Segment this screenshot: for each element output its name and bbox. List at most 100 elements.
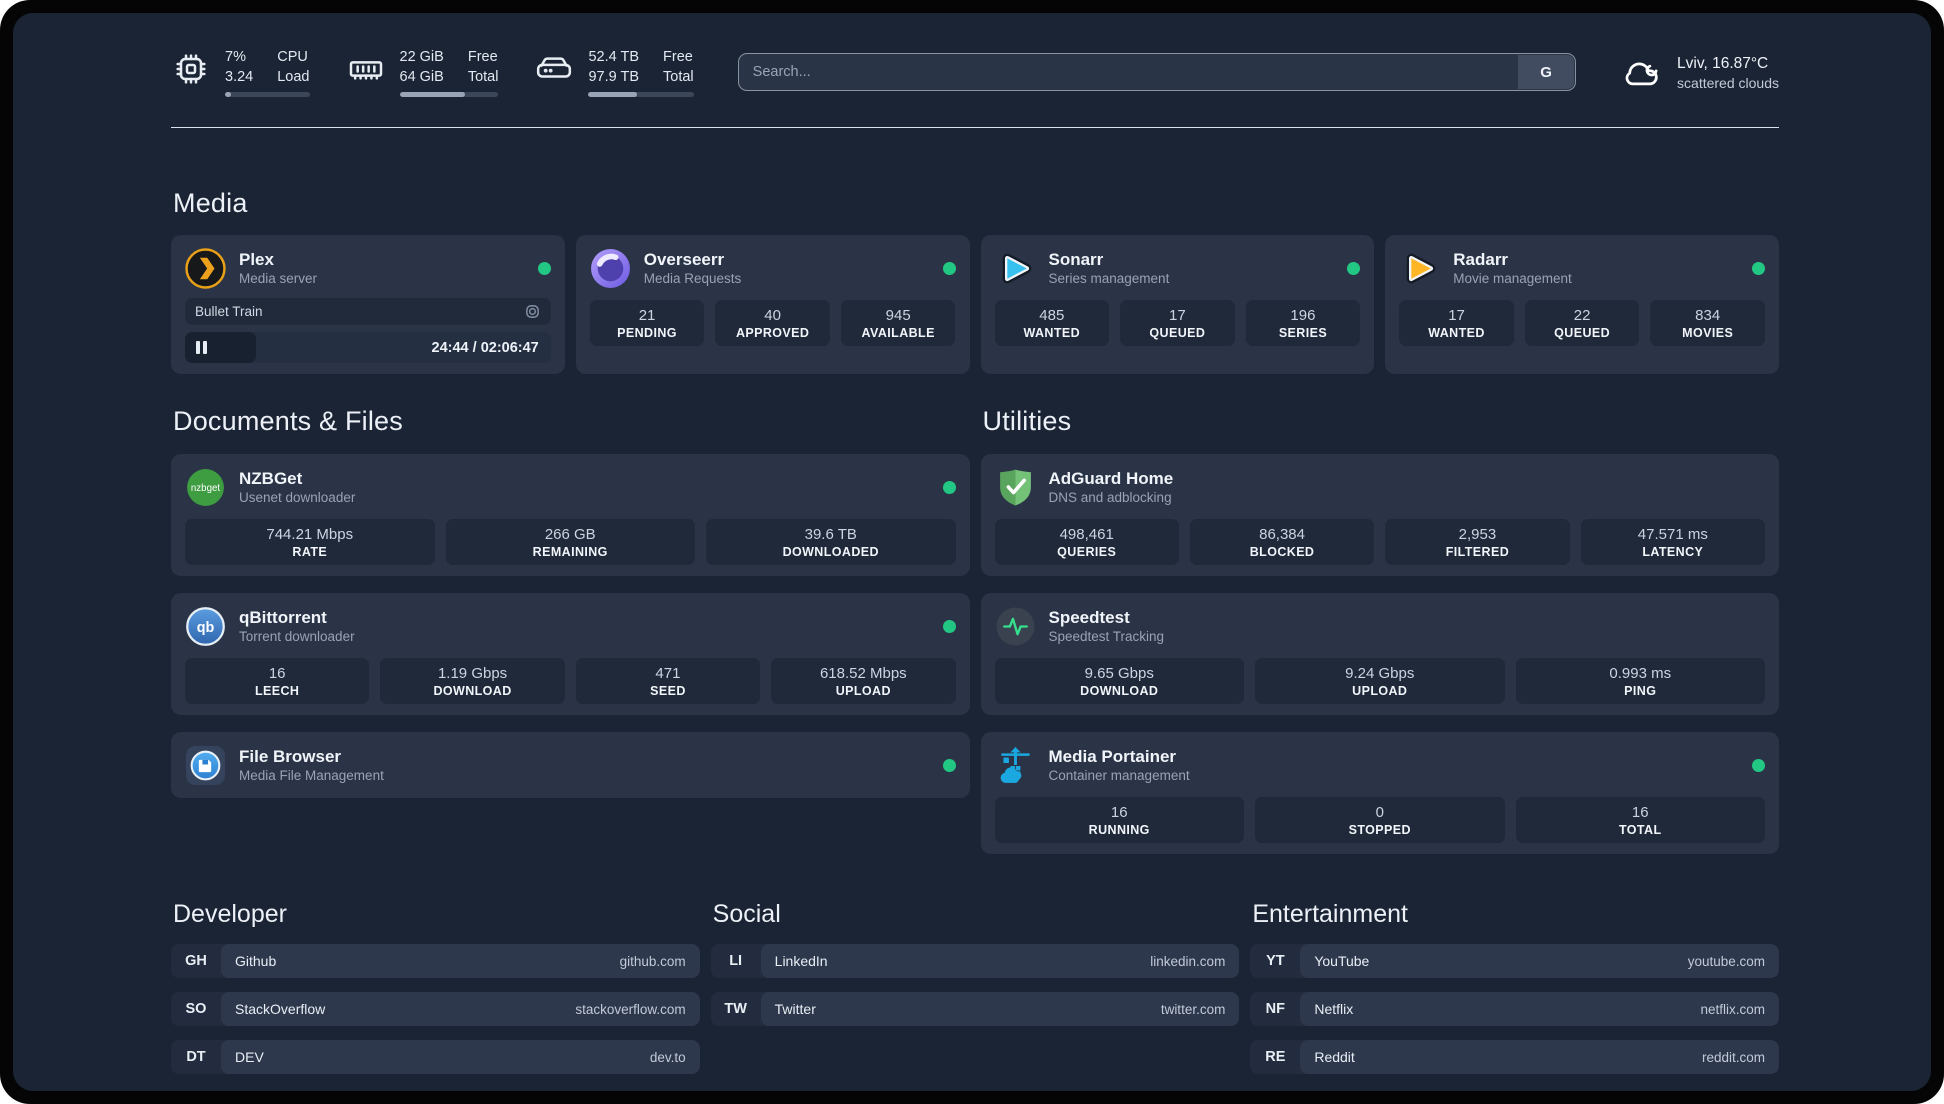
app-description: Speedtest Tracking xyxy=(1048,628,1165,644)
bookmark-name: Netflix xyxy=(1314,1001,1354,1017)
player-time: 24:44 / 02:06:47 xyxy=(431,339,539,356)
bookmark-abbr: LI xyxy=(729,953,743,969)
bookmark-url: youtube.com xyxy=(1687,953,1765,969)
radarr-icon xyxy=(1406,253,1436,283)
disk-icon xyxy=(537,57,572,78)
app-description: Media server xyxy=(239,270,318,286)
stat-filtered: 2,953 FILTERED xyxy=(1385,519,1570,565)
pause-icon[interactable] xyxy=(196,341,207,354)
disk-progress-bar xyxy=(588,92,694,98)
utilities-section-title: Utilities xyxy=(982,406,1072,436)
bookmark-twitter[interactable]: TW Twitter twitter.com xyxy=(710,992,1240,1026)
stat-remaining: 266 GB REMAINING xyxy=(445,519,695,565)
cpu-load-label: Load xyxy=(277,69,310,85)
window-bezel: 7% 3.24 CPU Load 22 GiB 64 GiB Free Tota… xyxy=(0,0,1944,1104)
stat-wanted: 17 WANTED xyxy=(1399,300,1514,346)
app-card-speedtest[interactable]: Speedtest Speedtest Tracking 9.65 Gbps D… xyxy=(980,593,1779,715)
bookmark-reddit[interactable]: RE Reddit reddit.com xyxy=(1250,1040,1779,1074)
app-description: Series management xyxy=(1048,270,1170,286)
filebrowser-icon xyxy=(186,745,225,785)
bookmark-url: linkedin.com xyxy=(1150,953,1226,969)
overseerr-icon xyxy=(590,248,630,288)
bookmark-name: YouTube xyxy=(1314,953,1370,969)
svg-text:nzbget: nzbget xyxy=(191,483,220,494)
stat-blocked: 86,384 BLOCKED xyxy=(1189,519,1375,565)
status-dot xyxy=(942,758,956,772)
bookmark-dev[interactable]: DT DEV dev.to xyxy=(171,1040,700,1074)
section-developer: Developer GH Github github.com SO StackO… xyxy=(171,900,700,1074)
app-card-overseerr[interactable]: Overseerr Media Requests 21 PENDING 40 A… xyxy=(575,235,970,374)
section-entertainment: Entertainment YT YouTube youtube.com NF … xyxy=(1250,900,1779,1074)
media-view-icon xyxy=(525,305,539,318)
status-dot xyxy=(537,261,551,275)
app-name: Overseerr xyxy=(643,249,725,269)
bookmark-url: twitter.com xyxy=(1160,1001,1226,1017)
section-social: Social LI LinkedIn linkedin.com TW Twitt… xyxy=(710,900,1240,1026)
weather-widget[interactable]: Lviv, 16.87°C scattered clouds xyxy=(1620,50,1779,94)
app-card-portainer[interactable]: Media Portainer Container management 16 … xyxy=(980,732,1779,854)
developer-section-title: Developer xyxy=(173,900,287,928)
search-input[interactable] xyxy=(737,53,1577,91)
app-card-filebrowser[interactable]: File Browser Media File Management xyxy=(171,732,970,798)
search-bar: G xyxy=(737,53,1577,91)
memory-icon xyxy=(349,60,382,80)
stat-latency: 47.571 ms LATENCY xyxy=(1580,519,1765,565)
stat-queued: 22 QUEUED xyxy=(1524,300,1640,346)
player-progress-bar[interactable]: 24:44 / 02:06:47 xyxy=(185,332,551,363)
bookmark-abbr: TW xyxy=(724,1001,747,1017)
disk-stat: 52.4 TB 97.9 TB Free Total xyxy=(534,47,694,98)
stat-seed: 471 SEED xyxy=(575,658,761,704)
disk-total-value: 97.9 TB xyxy=(588,69,640,85)
stat-total: 16 TOTAL xyxy=(1515,797,1765,843)
bookmark-url: reddit.com xyxy=(1701,1049,1765,1065)
cpu-icon xyxy=(176,54,206,84)
now-playing-row: Bullet Train xyxy=(185,298,551,325)
app-name: Plex xyxy=(239,249,274,269)
stat-downloaded: 39.6 TB DOWNLOADED xyxy=(706,519,956,565)
adguard-icon xyxy=(999,469,1031,505)
system-stats: 7% 3.24 CPU Load 22 GiB 64 GiB Free Tota… xyxy=(171,47,694,98)
app-name: qBittorrent xyxy=(239,607,327,627)
app-description: Container management xyxy=(1048,767,1190,783)
weather-location-temp: Lviv, 16.87°C xyxy=(1677,55,1769,73)
app-card-sonarr[interactable]: Sonarr Series management 485 WANTED 17 Q… xyxy=(980,235,1375,374)
bookmark-youtube[interactable]: YT YouTube youtube.com xyxy=(1250,944,1779,978)
dashboard: 7% 3.24 CPU Load 22 GiB 64 GiB Free Tota… xyxy=(13,13,1931,1091)
memory-total-label: Total xyxy=(467,69,499,85)
bookmark-github[interactable]: GH Github github.com xyxy=(171,944,700,978)
app-name: Speedtest xyxy=(1048,607,1130,627)
sonarr-icon xyxy=(1002,253,1031,283)
app-card-adguard[interactable]: AdGuard Home DNS and adblocking 498,461 … xyxy=(980,454,1779,576)
app-card-qbittorrent[interactable]: qb qBittorrent Torrent downloader 16 LEE… xyxy=(171,593,970,715)
cpu-stat: 7% 3.24 CPU Load xyxy=(171,47,310,98)
app-description: Usenet downloader xyxy=(239,489,356,505)
app-card-plex[interactable]: Plex Media server Bullet Train 24:44 / 0 xyxy=(171,235,565,374)
stat-rate: 744.21 Mbps RATE xyxy=(185,519,435,565)
stat-upload: 618.52 Mbps UPLOAD xyxy=(771,658,956,704)
app-card-radarr[interactable]: Radarr Movie management 17 WANTED 22 QUE… xyxy=(1385,235,1779,374)
entertainment-section-title: Entertainment xyxy=(1252,900,1408,928)
bookmark-netflix[interactable]: NF Netflix netflix.com xyxy=(1250,992,1779,1026)
status-dot xyxy=(1347,261,1361,275)
bookmark-url: stackoverflow.com xyxy=(575,1001,686,1017)
search-provider-button[interactable]: G xyxy=(1518,55,1575,89)
app-name: AdGuard Home xyxy=(1048,468,1174,488)
social-section-title: Social xyxy=(712,900,781,928)
stat-available: 945 AVAILABLE xyxy=(840,300,956,346)
cpu-usage-value: 7% xyxy=(225,48,246,65)
app-name: Media Portainer xyxy=(1048,746,1177,766)
app-name: Sonarr xyxy=(1048,249,1104,269)
bookmark-name: Github xyxy=(235,953,277,969)
app-description: Media File Management xyxy=(239,767,384,783)
bookmark-stackoverflow[interactable]: SO StackOverflow stackoverflow.com xyxy=(171,992,700,1026)
bookmark-url: github.com xyxy=(619,953,686,969)
bookmark-abbr: SO xyxy=(185,1001,207,1017)
stat-running: 16 RUNNING xyxy=(994,797,1244,843)
app-description: Media Requests xyxy=(643,270,742,286)
bookmark-abbr: RE xyxy=(1265,1049,1286,1065)
top-bar: 7% 3.24 CPU Load 22 GiB 64 GiB Free Tota… xyxy=(171,43,1779,101)
nzbget-icon: nzbget xyxy=(187,468,224,506)
bookmark-linkedin[interactable]: LI LinkedIn linkedin.com xyxy=(710,944,1240,978)
cpu-progress-bar xyxy=(225,92,310,98)
app-card-nzbget[interactable]: nzbget NZBGet Usenet downloader 744.21 M… xyxy=(171,454,970,576)
